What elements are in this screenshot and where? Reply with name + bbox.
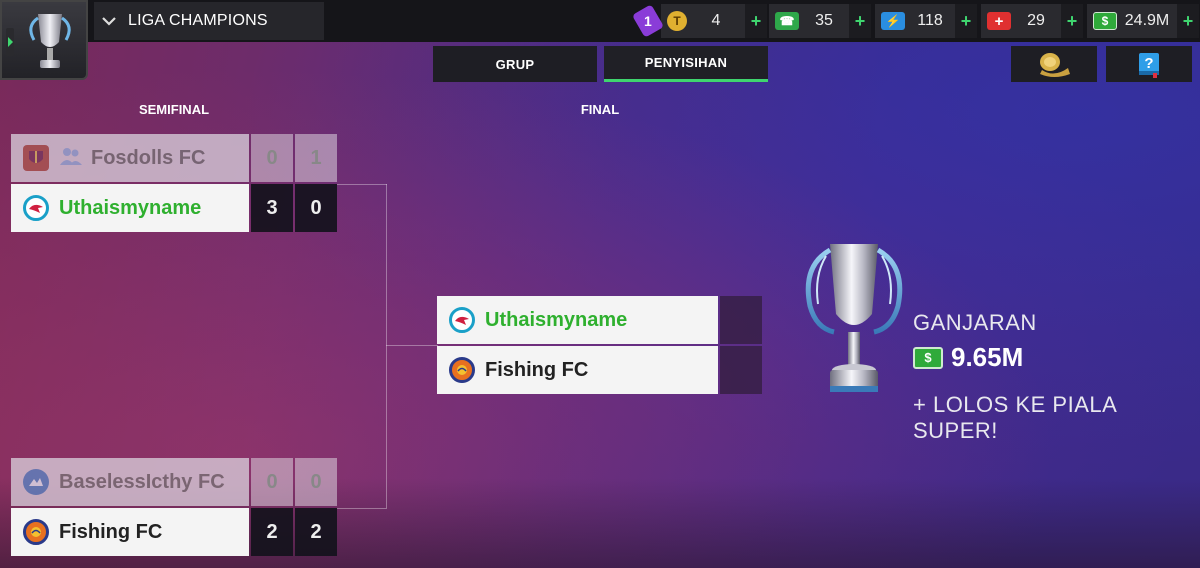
team-name: Uthaismyname [59, 196, 202, 219]
team-slot: Fosdolls FC [11, 134, 249, 182]
bracket-line [337, 184, 387, 185]
competition-dropdown[interactable]: LIGA CHAMPIONS [94, 2, 324, 40]
badge-count: 1 [644, 13, 652, 30]
team-slot: BaselessIcthy FC [11, 458, 249, 506]
team-crest-icon [449, 307, 475, 333]
final-score [720, 346, 762, 394]
tab-penyisihan[interactable]: PENYISIHAN [604, 46, 768, 82]
rewards-info-button[interactable] [1011, 46, 1097, 82]
resource-health: + 29 + [981, 4, 1083, 38]
health-icon: + [987, 12, 1011, 30]
match-row[interactable]: Fosdolls FC 0 1 [11, 134, 337, 182]
final-row[interactable]: Fishing FC [437, 346, 762, 394]
reward-amount-row: $ 9.65M [913, 342, 1023, 373]
team-name: BaselessIcthy FC [59, 470, 225, 493]
round-title-final: FINAL [580, 102, 620, 117]
resource-value: 24.9M [1124, 12, 1170, 29]
resource-support: ☎ 35 + [769, 4, 871, 38]
match-row[interactable]: BaselessIcthy FC 0 0 [11, 458, 337, 506]
cash-icon: $ [1093, 12, 1117, 30]
team-slot: Fishing FC [437, 346, 718, 394]
team-slot: Uthaismyname [437, 296, 718, 344]
competition-logo-button[interactable] [0, 0, 88, 80]
add-support-button[interactable]: + [849, 4, 871, 38]
resource-energy: ⚡ 118 + [875, 4, 977, 38]
add-tokens-button[interactable]: + [745, 4, 767, 38]
resource-value: 118 [917, 12, 943, 29]
leg-score: 3 [251, 184, 293, 232]
token-icon: T [667, 11, 687, 31]
chevron-down-icon [102, 13, 124, 29]
leg-score: 1 [295, 134, 337, 182]
team-crest-icon [23, 145, 49, 171]
final-score [720, 296, 762, 344]
reward-amount: 9.65M [951, 342, 1024, 372]
side-menu-handle[interactable] [6, 28, 14, 56]
resource-value: 4 [711, 12, 721, 29]
leg-score: 0 [295, 458, 337, 506]
final-row[interactable]: Uthaismyname [437, 296, 762, 344]
team-name: Uthaismyname [485, 308, 628, 331]
resource-cash: $ 24.9M + [1087, 4, 1199, 38]
match-row[interactable]: Uthaismyname 3 0 [11, 184, 337, 232]
leg-score: 2 [251, 508, 293, 556]
team-slot: Uthaismyname [11, 184, 249, 232]
bracket-line [337, 508, 387, 509]
match-row[interactable]: Fishing FC 2 2 [11, 508, 337, 556]
team-name: Fishing FC [485, 358, 589, 381]
competition-name: LIGA CHAMPIONS [128, 12, 268, 29]
round-title-semifinal: SEMIFINAL [138, 102, 210, 117]
add-cash-button[interactable]: + [1177, 4, 1199, 38]
coins-icon [1040, 53, 1070, 77]
add-energy-button[interactable]: + [955, 4, 977, 38]
leg-score: 2 [295, 508, 337, 556]
team-name: Fishing FC [59, 520, 163, 543]
leg-score: 0 [251, 458, 293, 506]
team-name: Fosdolls FC [91, 146, 206, 169]
help-book-icon: ? [1139, 53, 1159, 78]
energy-icon: ⚡ [881, 12, 905, 30]
resource-value: 35 [815, 12, 833, 29]
svg-text:?: ? [1144, 55, 1153, 72]
help-button[interactable]: ? [1106, 46, 1192, 82]
support-icon: ☎ [775, 12, 799, 30]
reward-extra: + LOLOS KE PIALA SUPER! [913, 392, 1117, 443]
resource-tokens: T 4 + [661, 4, 767, 38]
add-health-button[interactable]: + [1061, 4, 1083, 38]
leg-score: 0 [295, 184, 337, 232]
bracket-line [386, 345, 438, 346]
team-crest-icon [23, 195, 49, 221]
tab-grup[interactable]: GRUP [433, 46, 597, 82]
cash-icon: $ [913, 346, 943, 369]
resource-value: 29 [1027, 12, 1045, 29]
bracket-line [386, 184, 387, 508]
team-crest-icon [23, 469, 49, 495]
champions-trophy-icon [805, 244, 903, 392]
team-crest-icon [449, 357, 475, 383]
reward-title: GANJARAN [913, 310, 1037, 335]
leg-score: 0 [251, 134, 293, 182]
trophy-icon [29, 14, 71, 68]
friends-icon [59, 146, 83, 171]
team-crest-icon [23, 519, 49, 545]
team-slot: Fishing FC [11, 508, 249, 556]
